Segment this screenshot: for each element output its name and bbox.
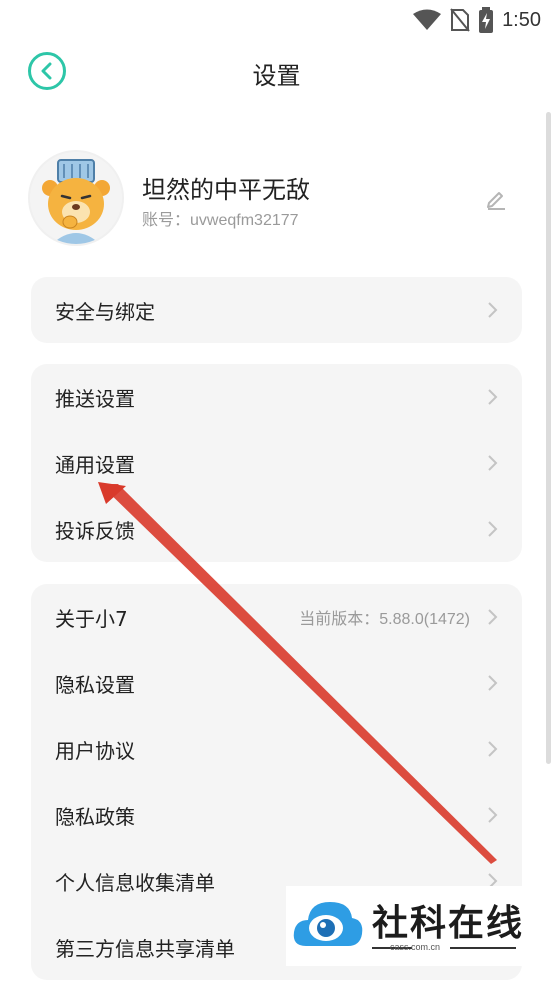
menu-item-label: 推送设置 xyxy=(55,386,135,411)
chevron-right-icon xyxy=(488,389,498,405)
chevron-right-icon xyxy=(488,741,498,757)
account-id: uvweqfm32177 xyxy=(190,212,299,229)
watermark: 社科在线 cass.com.cn xyxy=(286,886,538,966)
menu-item-feedback[interactable]: 投诉反馈 xyxy=(31,496,522,562)
account-line: 账号：uvweqfm32177 xyxy=(142,206,299,230)
wifi-icon xyxy=(413,9,442,30)
watermark-subtitle: cass.com.cn xyxy=(390,942,441,952)
settings-group-account: 安全与绑定 xyxy=(31,277,522,343)
header: 设置 xyxy=(0,44,553,100)
settings-group-general: 推送设置 通用设置 投诉反馈 xyxy=(31,364,522,562)
menu-item-user-agreement[interactable]: 用户协议 xyxy=(31,716,522,782)
status-time: 1:50 xyxy=(502,8,541,31)
profile-section[interactable]: 坦然的中平无敌 账号：uvweqfm32177 xyxy=(0,148,553,248)
watermark-line-right xyxy=(450,947,516,949)
menu-item-label: 用户协议 xyxy=(55,738,135,763)
menu-item-label: 关于小7 xyxy=(55,606,128,631)
no-sim-icon xyxy=(450,8,470,32)
menu-item-label: 投诉反馈 xyxy=(55,518,135,543)
app-version: 当前版本：5.88.0(1472) xyxy=(299,611,470,628)
username: 坦然的中平无敌 xyxy=(142,176,310,204)
menu-item-label: 安全与绑定 xyxy=(55,299,155,324)
pencil-edit-icon xyxy=(487,192,505,210)
chevron-right-icon xyxy=(488,521,498,537)
menu-item-about[interactable]: 关于小7 当前版本：5.88.0(1472) xyxy=(31,584,522,650)
avatar[interactable] xyxy=(30,152,122,244)
menu-item-push-settings[interactable]: 推送设置 xyxy=(31,364,522,430)
status-bar: 1:50 xyxy=(0,0,553,40)
account-label: 账号： xyxy=(142,210,191,229)
edit-profile-button[interactable] xyxy=(485,188,507,210)
chevron-right-icon xyxy=(488,675,498,691)
menu-item-label: 隐私政策 xyxy=(55,804,135,829)
bear-avatar-icon xyxy=(30,152,122,244)
chevron-right-icon xyxy=(488,455,498,471)
menu-item-privacy-settings[interactable]: 隐私设置 xyxy=(31,650,522,716)
chevron-right-icon xyxy=(488,807,498,823)
page-title: 设置 xyxy=(252,62,301,90)
menu-item-security-binding[interactable]: 安全与绑定 xyxy=(31,277,522,343)
battery-charging-icon xyxy=(479,7,494,33)
menu-item-privacy-policy[interactable]: 隐私政策 xyxy=(31,782,522,848)
chevron-right-icon xyxy=(488,609,498,625)
menu-item-label: 通用设置 xyxy=(55,452,135,477)
eye-cloud-logo-icon xyxy=(293,902,363,946)
watermark-title: 社科在线 xyxy=(372,902,525,944)
chevron-right-icon xyxy=(488,302,498,318)
menu-item-label: 隐私设置 xyxy=(55,672,135,697)
menu-item-general-settings[interactable]: 通用设置 xyxy=(31,430,522,496)
